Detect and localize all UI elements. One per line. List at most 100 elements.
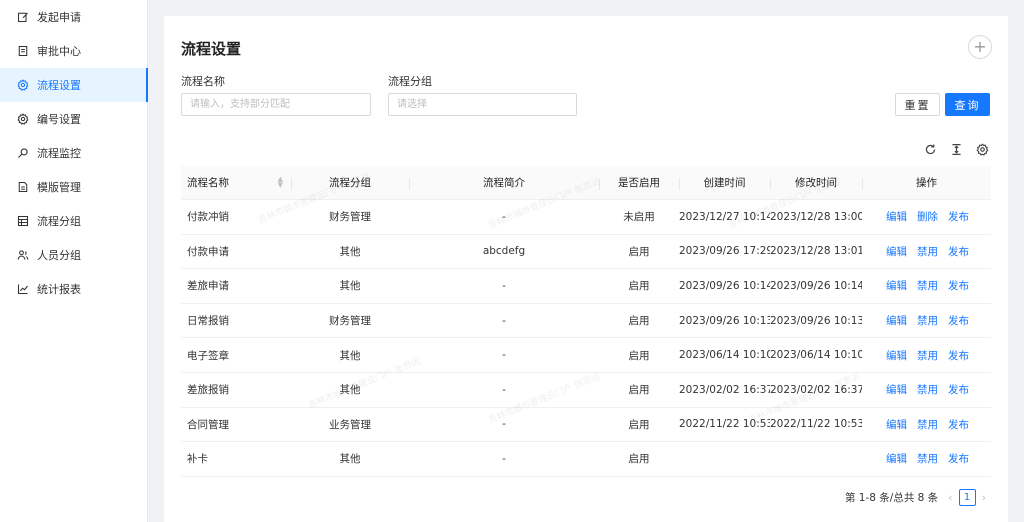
cell-enabled: 启用 — [628, 418, 650, 431]
sidebar-item-label: 编号设置 — [37, 113, 81, 126]
col-header-created: 创建时间 — [679, 175, 770, 190]
table-row: 付款申请 其他 abcdefg 启用 2023/09/26 17:29 2023/12/2… — [181, 235, 991, 270]
row-action-link[interactable]: 禁用 — [917, 280, 938, 292]
table-row: 差旅申请 其他 - 启用 2023/09/26 10:14 2023/09/26 10:1… — [181, 269, 991, 304]
sidebar-item-5[interactable]: 模版管理 — [0, 170, 147, 204]
cell-modified: 2023/09/26 10:14 — [770, 279, 862, 292]
row-action-link[interactable]: 发布 — [948, 315, 969, 327]
cell-created: 2023/09/26 10:13 — [679, 314, 770, 327]
row-action-link[interactable]: 发布 — [948, 211, 969, 223]
cell-created: 2023/06/14 10:10 — [679, 349, 770, 362]
cell-actions: 编辑 删除 发布 — [862, 209, 991, 224]
col-header-group: 流程分组 — [291, 175, 409, 190]
process-name-input[interactable] — [181, 93, 371, 116]
cell-desc: - — [502, 210, 506, 223]
sidebar-item-8[interactable]: 统计报表 — [0, 272, 147, 306]
row-action-link[interactable]: 编辑 — [886, 419, 907, 431]
row-action-link[interactable]: 编辑 — [886, 384, 907, 396]
cell-enabled: 启用 — [628, 453, 650, 466]
cell-actions: 编辑 禁用 发布 — [862, 417, 991, 432]
sidebar-item-label: 人员分组 — [37, 249, 81, 262]
row-action-link[interactable]: 发布 — [948, 280, 969, 292]
col-header-modified: 修改时间 — [770, 175, 862, 190]
row-action-link[interactable]: 禁用 — [917, 419, 938, 431]
pagination-summary: 第 1-8 条/总共 8 条 — [844, 492, 939, 504]
cell-name: 差旅报销 — [187, 384, 229, 397]
sidebar-item-0[interactable]: 发起申请 — [0, 0, 147, 34]
search-icon — [17, 147, 29, 159]
cell-desc: - — [502, 314, 506, 327]
row-action-link[interactable]: 禁用 — [917, 453, 938, 465]
row-action-link[interactable]: 发布 — [948, 453, 969, 465]
file-icon — [17, 181, 29, 193]
cell-enabled: 启用 — [628, 349, 650, 362]
row-action-link[interactable]: 编辑 — [886, 246, 907, 258]
sidebar-item-2[interactable]: 流程设置 — [0, 68, 148, 102]
row-action-link[interactable]: 禁用 — [917, 350, 938, 362]
next-page-button[interactable]: › — [982, 491, 986, 504]
col-header-name[interactable]: 流程名称 ▲ ▼ — [181, 175, 291, 190]
cell-created: 2023/09/26 17:29 — [679, 245, 770, 258]
cell-group: 其他 — [339, 453, 361, 466]
document-icon — [17, 45, 29, 57]
col-header-enabled: 是否启用 — [599, 175, 679, 190]
cell-desc: - — [502, 349, 506, 362]
sidebar-item-label: 流程设置 — [37, 79, 81, 92]
cell-actions: 编辑 禁用 发布 — [862, 382, 991, 397]
column-height-icon[interactable] — [949, 142, 963, 156]
row-action-link[interactable]: 发布 — [948, 384, 969, 396]
row-action-link[interactable]: 编辑 — [886, 211, 907, 223]
row-action-link[interactable]: 禁用 — [917, 384, 938, 396]
prev-page-button[interactable]: ‹ — [948, 491, 952, 504]
row-action-link[interactable]: 发布 — [948, 419, 969, 431]
cell-group: 财务管理 — [329, 211, 371, 224]
row-action-link[interactable]: 禁用 — [917, 246, 938, 258]
cell-desc: - — [502, 383, 506, 396]
row-action-link[interactable]: 禁用 — [917, 315, 938, 327]
cell-enabled: 启用 — [628, 384, 650, 397]
add-button[interactable]: + — [968, 35, 992, 59]
page-number-button[interactable]: 1 — [958, 489, 976, 506]
reset-button[interactable]: 重置 — [895, 93, 940, 116]
cell-group: 业务管理 — [329, 418, 371, 431]
sidebar-item-label: 发起申请 — [37, 11, 81, 24]
sidebar-item-6[interactable]: 流程分组 — [0, 204, 147, 238]
table-row: 补卡 其他 - 启用 编辑 禁用 发布 — [181, 442, 991, 477]
table-row: 电子签章 其他 - 启用 2023/06/14 10:10 2023/06/14 10:1… — [181, 338, 991, 373]
table-row: 付款冲销 财务管理 - 未启用 2023/12/27 10:14 2023/12/28 1… — [181, 200, 991, 235]
cell-group: 其他 — [339, 384, 361, 397]
cell-modified: 2023/12/28 13:01 — [770, 245, 862, 258]
cell-created: 2023/09/26 10:14 — [679, 279, 770, 292]
sort-icon[interactable]: ▲ ▼ — [278, 176, 283, 189]
gear-icon — [17, 113, 29, 125]
refresh-icon[interactable] — [923, 142, 937, 156]
table-header: 流程名称 ▲ ▼ 流程分组 流程简介 是否启用 创建时间 修改时间 操作 — [181, 166, 991, 200]
page-title: 流程设置 — [181, 40, 242, 58]
cell-modified: 2023/09/26 10:13 — [770, 314, 862, 327]
row-action-link[interactable]: 编辑 — [886, 280, 907, 292]
sidebar-item-7[interactable]: 人员分组 — [0, 238, 147, 272]
query-button[interactable]: 查询 — [945, 93, 990, 116]
row-action-link[interactable]: 编辑 — [886, 453, 907, 465]
table-row: 合同管理 业务管理 - 启用 2022/11/22 10:53 2022/11/22 10… — [181, 408, 991, 443]
sidebar-item-1[interactable]: 审批中心 — [0, 34, 147, 68]
process-name-label: 流程名称 — [181, 75, 225, 88]
settings-icon[interactable] — [975, 142, 989, 156]
row-action-link[interactable]: 编辑 — [886, 315, 907, 327]
cell-modified: 2023/02/02 16:37 — [770, 383, 862, 396]
sidebar-item-3[interactable]: 编号设置 — [0, 102, 147, 136]
cell-actions: 编辑 禁用 发布 — [862, 313, 991, 328]
sidebar-nav: 发起申请审批中心流程设置编号设置流程监控 模版管理 流程分组人员分组统计报表 — [0, 0, 148, 306]
col-header-actions: 操作 — [862, 175, 991, 190]
process-group-select[interactable] — [388, 93, 577, 116]
cell-name: 日常报销 — [187, 315, 229, 328]
row-action-link[interactable]: 编辑 — [886, 350, 907, 362]
row-action-link[interactable]: 发布 — [948, 246, 969, 258]
row-action-link[interactable]: 删除 — [917, 211, 938, 223]
edit-icon — [17, 11, 29, 23]
sidebar-item-4[interactable]: 流程监控 — [0, 136, 147, 170]
row-action-link[interactable]: 发布 — [948, 350, 969, 362]
table-body: 付款冲销 财务管理 - 未启用 2023/12/27 10:14 2023/12/28 1… — [181, 200, 991, 477]
cell-desc: abcdefg — [482, 245, 526, 258]
process-group-label: 流程分组 — [388, 75, 432, 88]
